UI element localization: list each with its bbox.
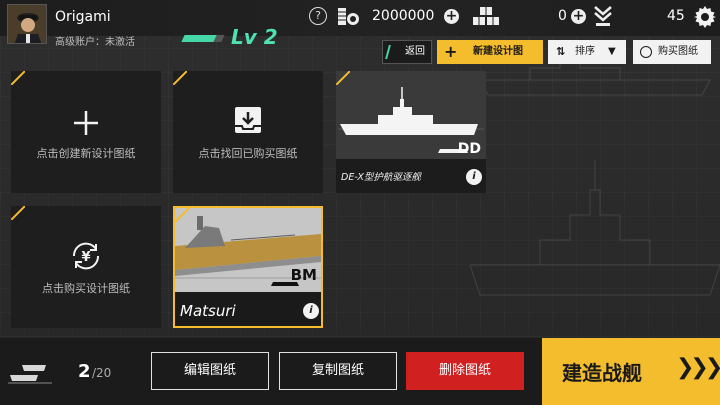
coin-count: 2000000 [372, 8, 435, 24]
back-button[interactable]: 返回 [382, 40, 432, 64]
design-name: Matsuri [180, 302, 236, 320]
player-name: Origami [55, 9, 111, 25]
card-corner-marker [173, 71, 187, 85]
create-design-card[interactable]: 点击创建新设计图纸 [11, 71, 161, 193]
player-level: Lv 2 [231, 25, 278, 49]
add-parts-button[interactable]: + [571, 9, 586, 24]
purchase-design-label: 点击购买设计图纸 [42, 282, 130, 295]
design-card-matsuri-selected[interactable]: BM Matsuri i [173, 206, 323, 328]
card-corner-marker [336, 71, 350, 85]
info-icon[interactable]: i [466, 169, 482, 185]
buy-blueprint-label: 购买图纸 [658, 46, 698, 57]
card-corner-marker [175, 208, 189, 222]
new-design-label: 新建设计图 [473, 46, 523, 57]
design-capacity: /20 [92, 366, 112, 380]
design-count: 2 [78, 361, 91, 382]
build-ship-button[interactable]: 建造战舰 ❯❯❯ [538, 338, 720, 405]
parts-count: 0 [558, 8, 567, 24]
recover-design-card[interactable]: 点击找回已购买图纸 [173, 71, 323, 193]
design-card-dex[interactable]: DD DE-X型护航驱逐舰 i [336, 71, 486, 193]
recover-design-label: 点击找回已购买图纸 [198, 147, 298, 160]
chevron-right-icon: ❯❯❯ [676, 355, 720, 380]
yen-cycle-icon: ¥ [72, 242, 100, 270]
ship-class-tag: DD [457, 141, 481, 157]
level-progress-fill [181, 35, 217, 42]
sort-icon: ⇅ [556, 45, 566, 58]
card-corner-marker [11, 71, 25, 85]
purchase-design-card[interactable]: ¥ 点击购买设计图纸 [11, 206, 161, 328]
rank-insignia-icon [594, 6, 612, 26]
copy-blueprint-button[interactable]: 复制图纸 [279, 352, 397, 390]
fleet-icon [8, 365, 52, 384]
design-name: DE-X型护航驱逐舰 [341, 172, 421, 183]
blueprint-thumbnail: DD [336, 71, 486, 159]
account-status: 高级账户：未激活 [55, 37, 135, 48]
info-icon[interactable]: i [303, 303, 319, 319]
sort-dropdown[interactable]: ⇅ 排序 ▼ [548, 40, 626, 64]
sort-label: 排序 [575, 46, 595, 57]
crates-icon [473, 7, 499, 25]
plus-icon: + [444, 42, 458, 61]
level-progress-bar [181, 35, 225, 42]
edit-blueprint-button[interactable]: 编辑图纸 [151, 352, 269, 390]
buy-blueprint-button[interactable]: 购买图纸 [633, 40, 711, 64]
new-design-button[interactable]: + 新建设计图 [437, 40, 543, 64]
chevron-down-icon: ▼ [608, 46, 616, 57]
avatar[interactable] [7, 4, 47, 44]
create-design-label: 点击创建新设计图纸 [36, 147, 136, 160]
delete-blueprint-button[interactable]: 删除图纸 [406, 352, 524, 390]
download-icon [235, 107, 261, 133]
background-ship-drawing [470, 59, 720, 296]
card-corner-marker [11, 206, 25, 220]
help-icon[interactable]: ? [309, 7, 327, 25]
ship-class-tag: BM [290, 266, 317, 284]
plus-icon [74, 111, 98, 135]
rank-value: 45 [667, 8, 685, 24]
add-coins-button[interactable]: + [444, 9, 459, 24]
build-ship-label: 建造战舰 [562, 361, 642, 385]
globe-icon [640, 46, 652, 58]
gear-icon[interactable] [693, 5, 717, 29]
coin-stack-icon [338, 8, 359, 25]
svg-text:¥: ¥ [81, 250, 90, 265]
